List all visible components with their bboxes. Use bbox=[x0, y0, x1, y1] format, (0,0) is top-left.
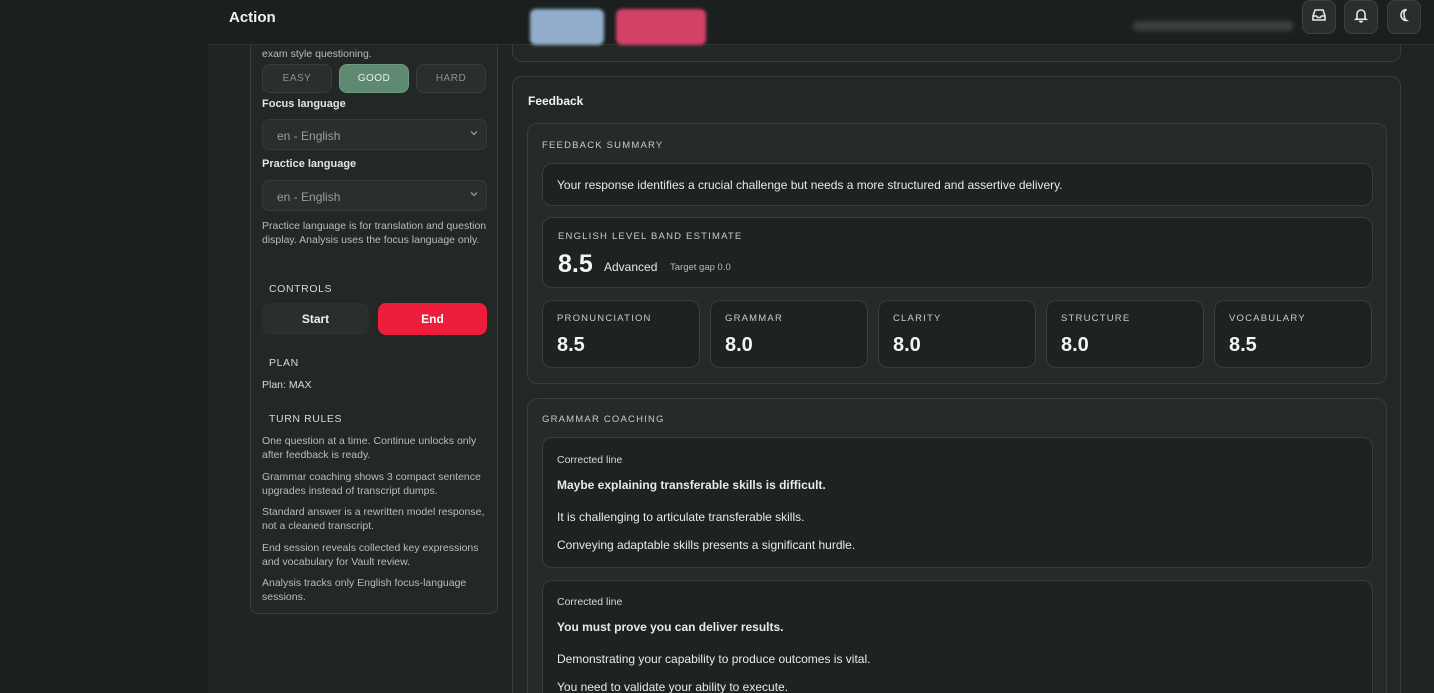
corrected-line-label: Corrected line bbox=[557, 596, 623, 608]
practice-language-note: Practice language is for translation and… bbox=[262, 220, 487, 246]
metric-card-vocabulary: VOCABULARY 8.5 bbox=[1214, 300, 1372, 368]
turn-rule-item: One question at a time. Continue unlocks… bbox=[262, 435, 477, 461]
plan-heading: PLAN bbox=[269, 357, 299, 369]
feedback-summary-section: FEEDBACK SUMMARY Your response identifie… bbox=[527, 123, 1387, 384]
turn-rule-item: Analysis tracks only English focus-langu… bbox=[262, 577, 467, 603]
practice-language-value: en - English bbox=[277, 190, 341, 204]
session-settings-panel: exam style questioning. EASY GOOD HARD F… bbox=[250, 20, 498, 614]
plan-value: Plan: MAX bbox=[262, 379, 312, 391]
focus-language-select[interactable]: en - English bbox=[262, 119, 487, 150]
band-level: Advanced bbox=[604, 260, 658, 274]
turn-rules-heading: TURN RULES bbox=[269, 413, 343, 425]
feedback-title: Feedback bbox=[528, 94, 584, 108]
metric-card-grammar: GRAMMAR 8.0 bbox=[710, 300, 868, 368]
correction-card: Corrected line Maybe explaining transfer… bbox=[542, 437, 1373, 568]
metric-label: VOCABULARY bbox=[1229, 313, 1306, 324]
level-band-box: ENGLISH LEVEL BAND ESTIMATE 8.5 Advanced… bbox=[542, 217, 1373, 288]
metric-label: PRONUNCIATION bbox=[557, 313, 652, 324]
correction-card: Corrected line You must prove you can de… bbox=[542, 580, 1373, 693]
chevron-down-icon bbox=[468, 127, 480, 139]
difficulty-easy-button[interactable]: EASY bbox=[262, 64, 332, 93]
turn-rule-item: End session reveals collected key expres… bbox=[262, 542, 479, 568]
blurred-primary-button[interactable] bbox=[530, 9, 604, 45]
controls-heading: CONTROLS bbox=[269, 283, 333, 295]
metric-value: 8.5 bbox=[1229, 334, 1257, 356]
corrected-line-label: Corrected line bbox=[557, 454, 623, 466]
metric-card-pronunciation: PRONUNCIATION 8.5 bbox=[542, 300, 700, 368]
page-title: Action bbox=[229, 9, 276, 26]
blurred-danger-button[interactable] bbox=[616, 9, 706, 45]
feedback-card: Feedback FEEDBACK SUMMARY Your response … bbox=[512, 76, 1401, 693]
difficulty-description: exam style questioning. bbox=[262, 48, 372, 60]
inbox-button[interactable] bbox=[1302, 0, 1336, 34]
feedback-summary-heading: FEEDBACK SUMMARY bbox=[542, 140, 664, 151]
top-bar: Action bbox=[208, 0, 1434, 45]
upgrade-sentence: Conveying adaptable skills presents a si… bbox=[557, 538, 856, 552]
practice-language-select[interactable]: en - English bbox=[262, 180, 487, 211]
inbox-icon bbox=[1311, 7, 1327, 28]
question-card-edge bbox=[512, 45, 1401, 62]
band-target-gap: Target gap 0.0 bbox=[670, 262, 731, 273]
bell-icon bbox=[1353, 7, 1369, 28]
notifications-button[interactable] bbox=[1344, 0, 1378, 34]
moon-icon bbox=[1396, 7, 1412, 28]
level-band-heading: ENGLISH LEVEL BAND ESTIMATE bbox=[558, 231, 743, 242]
upgrade-sentence: It is challenging to articulate transfer… bbox=[557, 510, 805, 524]
practice-language-label: Practice language bbox=[262, 158, 357, 170]
metric-value: 8.0 bbox=[893, 334, 921, 356]
metric-label: STRUCTURE bbox=[1061, 313, 1131, 324]
blurred-status-text bbox=[1133, 21, 1293, 31]
grammar-coaching-heading: GRAMMAR COACHING bbox=[542, 414, 665, 425]
app-sidebar-rail bbox=[0, 0, 208, 693]
end-button[interactable]: End bbox=[378, 303, 487, 335]
difficulty-hard-button[interactable]: HARD bbox=[416, 64, 486, 93]
upgrade-sentence: Demonstrating your capability to produce… bbox=[557, 652, 871, 666]
difficulty-good-button[interactable]: GOOD bbox=[339, 64, 409, 93]
summary-box: Your response identifies a crucial chall… bbox=[542, 163, 1373, 206]
upgrade-sentence: You need to validate your ability to exe… bbox=[557, 680, 789, 693]
original-sentence: You must prove you can deliver results. bbox=[557, 620, 784, 634]
turn-rule-item: Grammar coaching shows 3 compact sentenc… bbox=[262, 471, 481, 497]
chevron-down-icon bbox=[468, 188, 480, 200]
turn-rule-item: Standard answer is a rewritten model res… bbox=[262, 506, 485, 532]
metric-value: 8.0 bbox=[1061, 334, 1089, 356]
grammar-coaching-section: GRAMMAR COACHING Corrected line Maybe ex… bbox=[527, 398, 1387, 693]
summary-text: Your response identifies a crucial chall… bbox=[557, 178, 1063, 192]
focus-language-value: en - English bbox=[277, 129, 341, 143]
original-sentence: Maybe explaining transferable skills is … bbox=[557, 478, 826, 492]
metric-value: 8.5 bbox=[557, 334, 585, 356]
band-score: 8.5 bbox=[558, 250, 593, 278]
metric-value: 8.0 bbox=[725, 334, 753, 356]
theme-toggle-button[interactable] bbox=[1387, 0, 1421, 34]
metric-label: CLARITY bbox=[893, 313, 942, 324]
metric-card-structure: STRUCTURE 8.0 bbox=[1046, 300, 1204, 368]
focus-language-label: Focus language bbox=[262, 98, 346, 110]
metric-label: GRAMMAR bbox=[725, 313, 784, 324]
metric-card-clarity: CLARITY 8.0 bbox=[878, 300, 1036, 368]
start-button[interactable]: Start bbox=[262, 303, 369, 335]
